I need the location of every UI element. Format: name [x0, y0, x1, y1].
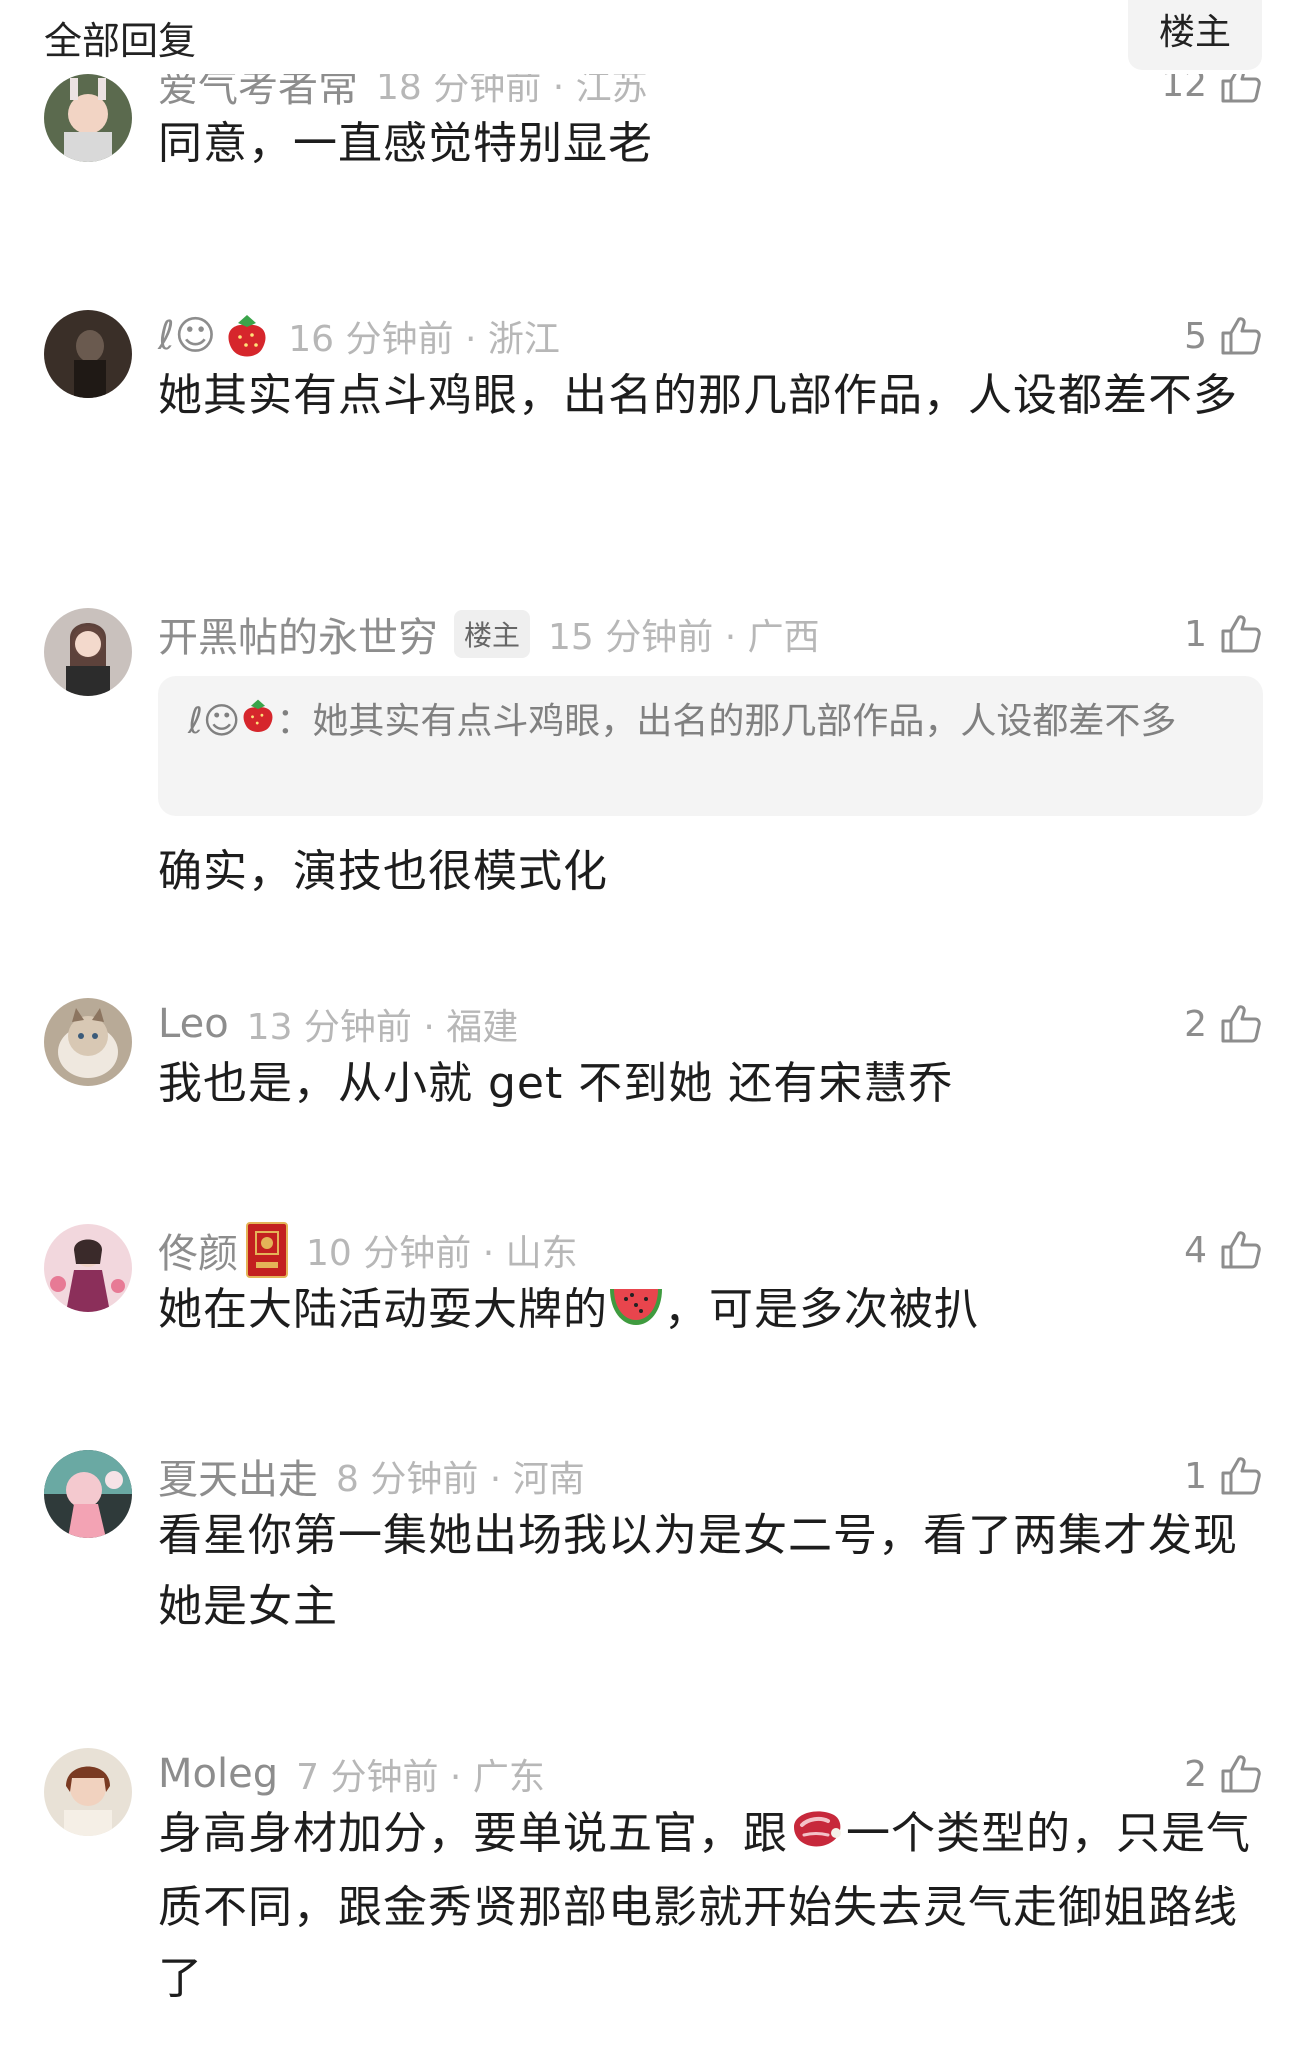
- username[interactable]: Moleg: [158, 1751, 278, 1797]
- comment-text: 同意，一直感觉特别显老: [158, 118, 653, 169]
- timestamp: 15 分钟前 · 广西: [548, 617, 820, 658]
- comment-text: 身高身材加分，要单说五官，跟 一个类型的，只是气质不同，跟金秀贤那部电影就开始失去…: [158, 1798, 1263, 2014]
- avatar[interactable]: [44, 310, 132, 398]
- like-button[interactable]: 5: [1184, 306, 1263, 366]
- strawberry-icon: [240, 696, 276, 750]
- like-count: 5: [1184, 315, 1207, 357]
- avatar[interactable]: [44, 608, 132, 696]
- like-button[interactable]: 2: [1184, 1744, 1263, 1804]
- thumbs-up-icon: [1221, 1231, 1261, 1269]
- quoted-reply[interactable]: ℓ☺︎ ：她其实有点斗鸡眼，出名的那几部作品，人设都差不多: [158, 676, 1263, 816]
- comment-text: 确实，演技也很模式化: [158, 846, 608, 897]
- avatar[interactable]: [44, 998, 132, 1086]
- comment-text: 她其实有点斗鸡眼，出名的那几部作品，人设都差不多: [158, 370, 1238, 421]
- meat-icon: [788, 1801, 846, 1872]
- like-count: 4: [1184, 1229, 1207, 1271]
- op-badge: 楼主: [454, 610, 531, 658]
- like-count: 1: [1184, 1455, 1207, 1497]
- like-button[interactable]: 2: [1184, 994, 1263, 1054]
- quoted-text: ℓ☺︎ ：她其实有点斗鸡眼，出名的那几部作品，人设都差不多: [188, 696, 1228, 750]
- avatar[interactable]: [44, 74, 132, 162]
- avatar[interactable]: [44, 1450, 132, 1538]
- thumbs-up-icon: [1221, 317, 1261, 355]
- username[interactable]: 夏天出走: [158, 1447, 318, 1505]
- avatar[interactable]: [44, 1224, 132, 1312]
- timestamp: 13 分钟前 · 福建: [246, 1007, 519, 1048]
- filter-op-button[interactable]: 楼主: [1128, 0, 1262, 70]
- thumbs-up-icon: [1221, 1457, 1261, 1495]
- thumbs-up-icon: [1221, 1005, 1261, 1043]
- header-bar: 全部回复 楼主: [0, 0, 1305, 74]
- like-count: 1: [1184, 613, 1207, 655]
- strawberry-icon: [224, 311, 270, 361]
- username[interactable]: 佟颜: [158, 1221, 238, 1279]
- like-count: 2: [1184, 1003, 1207, 1045]
- thumbs-up-icon: [1221, 615, 1261, 653]
- comment-text: 她在大陆活动耍大牌的 ，可是多次被扒: [158, 1274, 1263, 1348]
- timestamp: 16 分钟前 · 浙江: [288, 319, 560, 360]
- thumbs-up-icon: [1221, 1755, 1261, 1793]
- comment-text: 我也是，从小就 get 不到她 还有宋慧乔: [158, 1058, 954, 1109]
- username[interactable]: 开黑帖的永世穷: [158, 605, 438, 663]
- like-button[interactable]: 1: [1184, 1446, 1263, 1506]
- timestamp: 10 分钟前 · 山东: [306, 1233, 578, 1274]
- username[interactable]: ℓ☺︎: [158, 313, 216, 359]
- avatar[interactable]: [44, 1748, 132, 1836]
- like-button[interactable]: 4: [1184, 1220, 1263, 1280]
- quoted-author: ℓ☺︎: [188, 701, 241, 742]
- like-count: 2: [1184, 1753, 1207, 1795]
- page-title: 全部回复: [44, 19, 197, 63]
- like-button[interactable]: 1: [1184, 604, 1263, 664]
- red-envelope-icon: [246, 1222, 288, 1278]
- watermelon-icon: [608, 1277, 664, 1348]
- timestamp: 7 分钟前 · 广东: [296, 1757, 545, 1798]
- username[interactable]: Leo: [158, 1001, 229, 1047]
- comment-text: 看星你第一集她出场我以为是女二号，看了两集才发现她是女主: [158, 1510, 1238, 1632]
- timestamp: 8 分钟前 · 河南: [336, 1459, 585, 1500]
